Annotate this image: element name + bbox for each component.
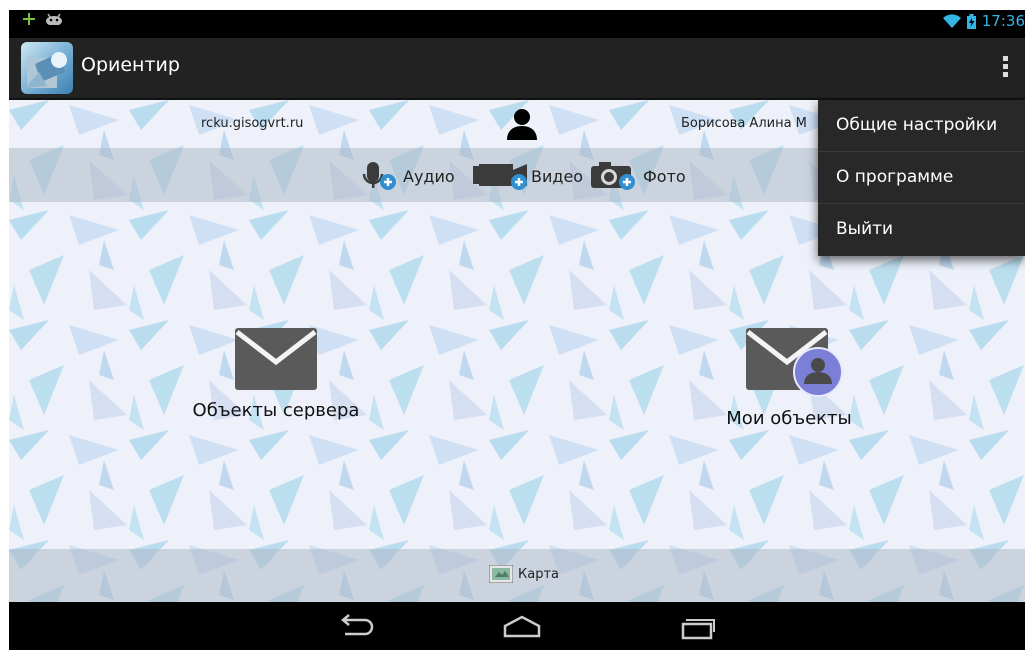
my-objects-tile[interactable]: Мои объекты <box>709 328 869 429</box>
user-name: Борисова Алина М <box>681 116 807 131</box>
map-label: Карта <box>518 566 559 582</box>
app-logo-icon[interactable] <box>21 42 73 94</box>
video-button[interactable]: Видео <box>469 160 583 192</box>
recent-apps-icon[interactable] <box>673 612 723 642</box>
overflow-menu-icon[interactable] <box>999 56 1011 82</box>
navigation-bar <box>9 602 1025 650</box>
action-bar: Ориентир <box>9 38 1025 100</box>
menu-item-general-settings[interactable]: Общие настройки <box>818 100 1025 152</box>
wifi-icon <box>942 14 961 28</box>
clock: 17:36 <box>981 12 1025 30</box>
add-icon <box>23 13 35 25</box>
app-title: Ориентир <box>81 54 180 76</box>
status-bar: 17:36 <box>9 10 1025 38</box>
audio-button[interactable]: Аудио <box>361 160 455 192</box>
video-label: Видео <box>531 166 584 186</box>
envelope-user-icon <box>746 328 843 397</box>
server-address: rcku.gisogvrt.ru <box>201 116 304 131</box>
user-icon[interactable] <box>505 108 539 140</box>
back-icon[interactable] <box>331 612 381 642</box>
video-camera-add-icon <box>473 164 527 190</box>
home-icon[interactable] <box>497 612 547 642</box>
photo-button[interactable]: Фото <box>589 160 686 192</box>
audio-label: Аудио <box>403 166 455 186</box>
server-objects-tile[interactable]: Объекты сервера <box>181 328 371 421</box>
map-icon <box>489 565 513 583</box>
map-button[interactable]: Карта <box>489 565 559 583</box>
bottom-bar: Карта <box>9 549 1025 602</box>
menu-item-exit[interactable]: Выйти <box>818 204 1025 255</box>
menu-item-about[interactable]: О программе <box>818 152 1025 204</box>
server-objects-label: Объекты сервера <box>192 400 360 421</box>
envelope-icon <box>235 328 317 390</box>
photo-camera-add-icon <box>591 162 635 190</box>
overflow-menu: Общие настройки О программе Выйти <box>818 100 1025 256</box>
device-screen: 17:36 Ориентир rcku.gisogvrt.ru Борисова… <box>9 10 1025 650</box>
android-icon <box>46 13 62 25</box>
my-objects-label: Мои объекты <box>726 408 852 429</box>
photo-label: Фото <box>643 166 686 186</box>
battery-icon <box>966 13 976 29</box>
microphone-add-icon <box>362 162 396 190</box>
